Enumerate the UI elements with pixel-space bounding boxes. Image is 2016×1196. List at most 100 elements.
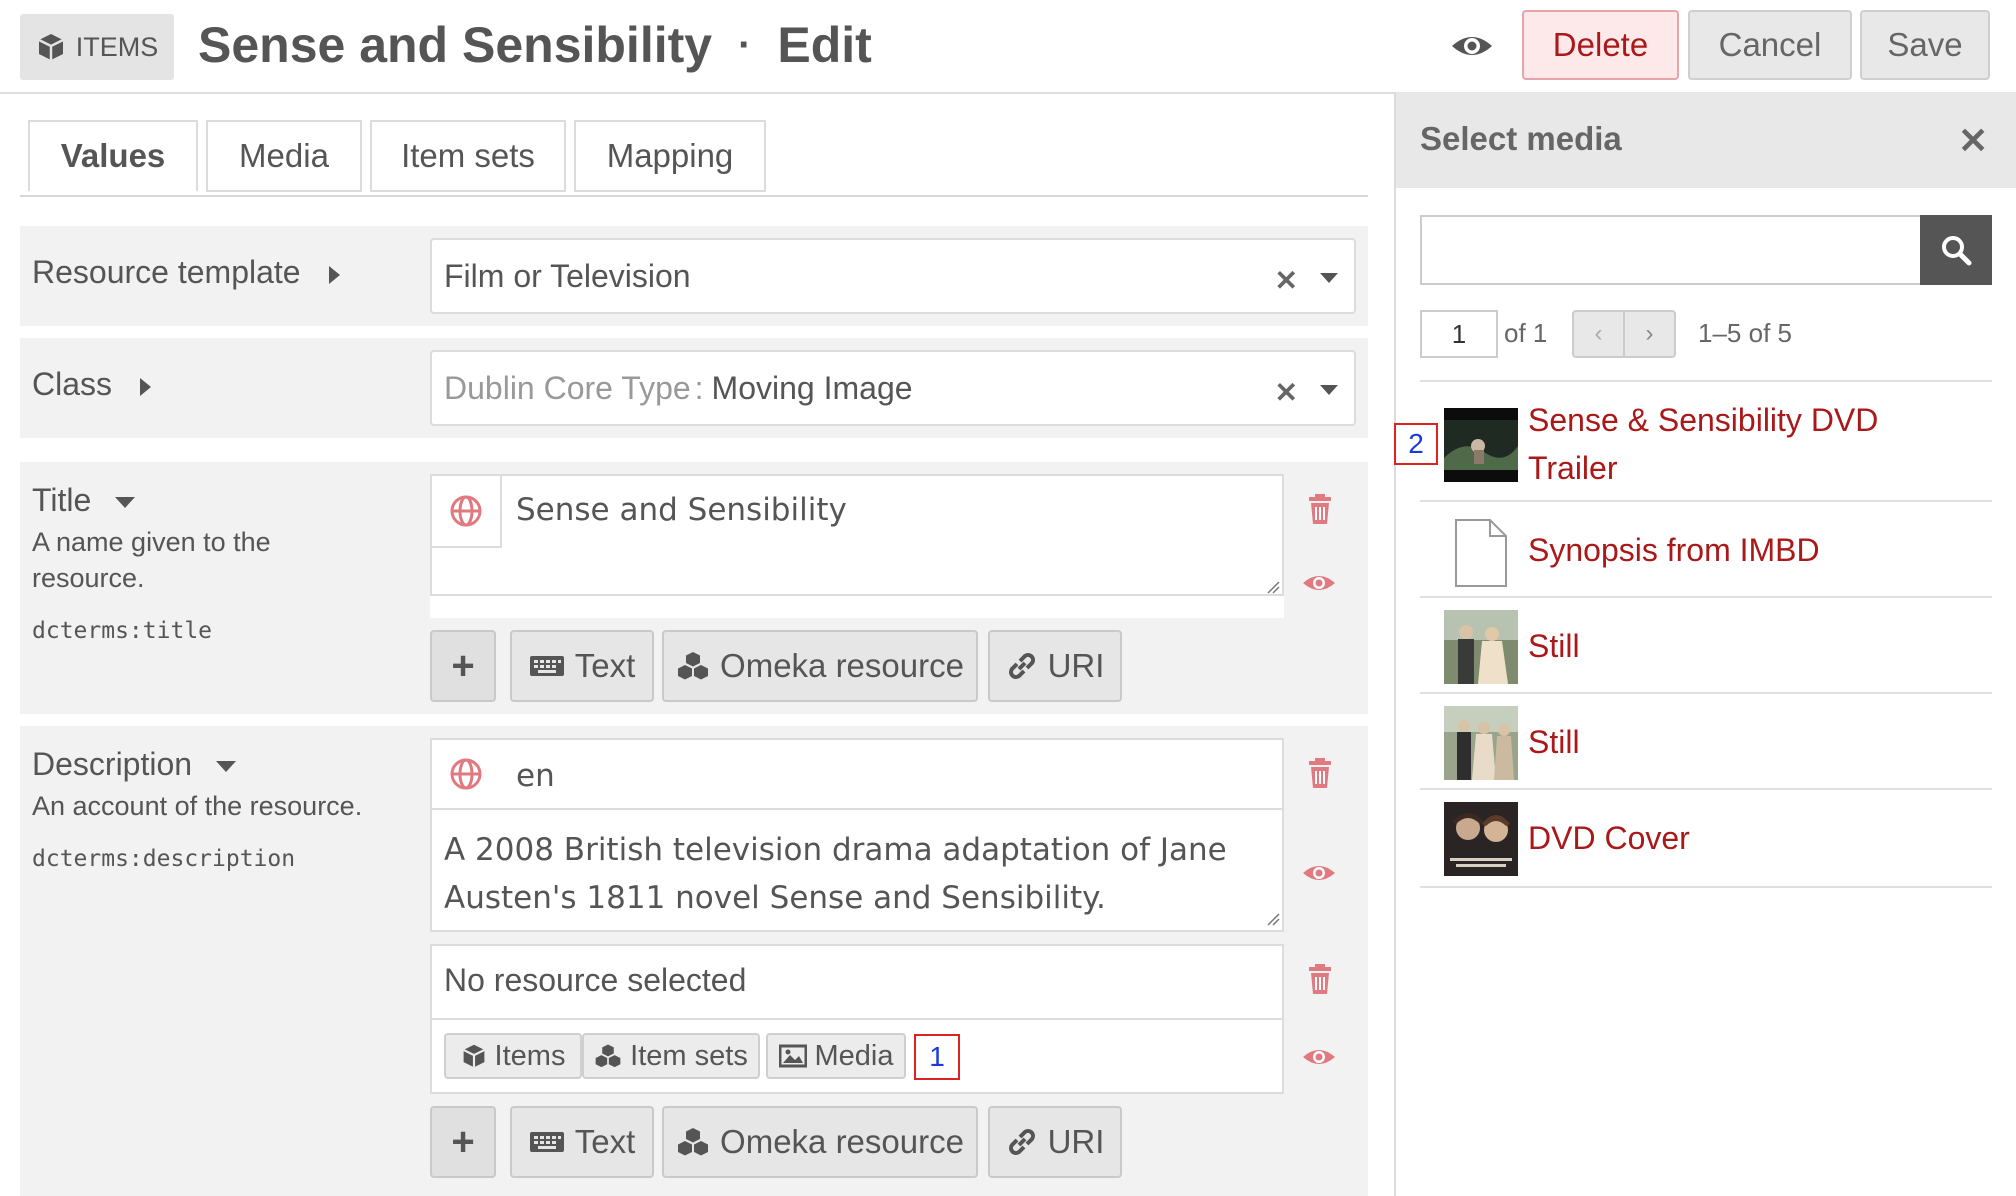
caret-down-icon — [115, 497, 136, 509]
chevron-down-icon[interactable] — [1320, 273, 1338, 283]
class-label[interactable]: Class — [32, 366, 152, 403]
class-value: Moving Image — [711, 369, 913, 406]
page-mode: Edit — [777, 17, 872, 73]
image-icon — [778, 1044, 807, 1068]
clear-icon[interactable]: ✕ — [1275, 264, 1298, 297]
add-uri-button[interactable]: URI — [988, 630, 1122, 702]
eye-icon[interactable] — [1450, 26, 1494, 66]
class-select[interactable]: Dublin Core Type: Moving Image ✕ — [430, 350, 1356, 426]
select-media-button[interactable]: Media — [766, 1033, 906, 1079]
tab-divider — [20, 195, 1368, 197]
next-page-button[interactable]: › — [1625, 312, 1674, 356]
clear-icon[interactable]: ✕ — [1275, 376, 1298, 409]
resize-handle-icon[interactable] — [1264, 910, 1280, 926]
description-property-term: dcterms:description — [32, 846, 296, 872]
no-resource-text: No resource selected — [444, 962, 747, 998]
chevron-down-icon[interactable] — [1320, 385, 1338, 395]
delete-button[interactable]: Delete — [1522, 10, 1679, 80]
pagination-buttons: ‹ › — [1572, 310, 1676, 358]
annotation-marker-2: 2 — [1394, 423, 1438, 465]
tab-values[interactable]: Values — [28, 120, 198, 192]
plus-icon: + — [451, 643, 475, 688]
select-items-button[interactable]: Items — [444, 1033, 582, 1079]
tab-item-sets[interactable]: Item sets — [370, 120, 566, 192]
eye-icon[interactable] — [1302, 566, 1336, 600]
page-total: of 1 — [1504, 318, 1548, 348]
link-icon — [1008, 1129, 1035, 1155]
media-title[interactable]: Still — [1528, 622, 1580, 670]
add-omeka-resource-button[interactable]: Omeka resource — [662, 630, 978, 702]
annotation-marker-1: 1 — [914, 1034, 960, 1080]
cubes-icon — [595, 1044, 621, 1068]
cover-thumbnail — [1444, 802, 1518, 876]
close-icon[interactable]: ✕ — [1958, 120, 1988, 162]
media-list-item[interactable]: Still — [1420, 596, 1992, 694]
cubes-icon — [678, 1128, 709, 1156]
cube-icon — [38, 34, 64, 60]
still-thumbnail — [1444, 706, 1518, 780]
globe-icon — [450, 758, 482, 790]
media-list-item[interactable]: Still — [1420, 692, 1992, 790]
trash-icon[interactable] — [1303, 492, 1337, 526]
sidebar-title: Select media — [1420, 120, 1622, 157]
page-title: Sense and Sensibility · Edit — [198, 10, 872, 80]
expand-icon — [140, 377, 152, 396]
results-range: 1–5 of 5 — [1698, 318, 1792, 348]
cube-icon — [462, 1044, 485, 1068]
add-value-button[interactable]: + — [430, 630, 496, 702]
media-title[interactable]: Sense & Sensibility DVD — [1528, 396, 1878, 444]
resource-template-value: Film or Television — [444, 257, 691, 294]
title-property-description: A name given to the resource. — [32, 527, 271, 593]
search-input[interactable] — [1420, 215, 1922, 285]
globe-icon — [450, 495, 482, 527]
resize-handle-icon[interactable] — [1264, 578, 1280, 594]
title-value-text[interactable]: Sense and Sensibility — [516, 492, 847, 528]
keyboard-icon — [529, 1132, 564, 1152]
media-list-item[interactable]: DVD Cover — [1420, 788, 1992, 888]
add-omeka-resource-button[interactable]: Omeka resource — [662, 1106, 978, 1178]
page-number-input[interactable]: 1 — [1420, 310, 1498, 358]
media-title-continued[interactable]: Trailer — [1528, 444, 1617, 492]
description-value-text[interactable]: A 2008 British television drama adaptati… — [444, 826, 1264, 922]
video-thumbnail — [1444, 408, 1518, 482]
items-badge-label: ITEMS — [75, 31, 159, 62]
tab-media[interactable]: Media — [206, 120, 362, 192]
title-property-label[interactable]: Title — [32, 482, 136, 519]
tab-mapping[interactable]: Mapping — [574, 120, 766, 192]
link-icon — [1008, 653, 1035, 679]
media-title[interactable]: Still — [1528, 718, 1580, 766]
media-title[interactable]: DVD Cover — [1528, 814, 1690, 862]
title-value-bottom — [430, 596, 1284, 618]
keyboard-icon — [529, 656, 564, 676]
save-button[interactable]: Save — [1860, 10, 1990, 80]
page-title-text: Sense and Sensibility — [198, 17, 713, 73]
add-value-button[interactable]: + — [430, 1106, 496, 1178]
items-badge[interactable]: ITEMS — [20, 14, 174, 80]
add-text-button[interactable]: Text — [510, 630, 654, 702]
divider — [432, 1018, 1282, 1020]
search-button[interactable] — [1920, 215, 1992, 285]
class-prefix: Dublin Core Type — [444, 369, 691, 406]
previous-page-button[interactable]: ‹ — [1574, 312, 1625, 356]
trash-icon[interactable] — [1303, 756, 1337, 790]
cancel-button[interactable]: Cancel — [1688, 10, 1852, 80]
resource-template-label[interactable]: Resource template — [32, 254, 340, 291]
resource-template-select[interactable]: Film or Television ✕ — [430, 238, 1356, 314]
title-property-term: dcterms:title — [32, 618, 213, 644]
media-list-item[interactable]: Sense & Sensibility DVD Trailer — [1420, 380, 1992, 502]
add-text-button[interactable]: Text — [510, 1106, 654, 1178]
select-item-sets-button[interactable]: Item sets — [582, 1033, 760, 1079]
add-uri-button[interactable]: URI — [988, 1106, 1122, 1178]
language-value[interactable]: en — [516, 758, 555, 794]
eye-icon[interactable] — [1302, 1040, 1336, 1074]
language-row[interactable]: en — [432, 740, 1282, 810]
still-thumbnail — [1444, 610, 1518, 684]
trash-icon[interactable] — [1303, 962, 1337, 996]
caret-down-icon — [216, 761, 237, 773]
media-title[interactable]: Synopsis from IMBD — [1528, 526, 1820, 574]
description-property-label[interactable]: Description — [32, 746, 237, 783]
eye-icon[interactable] — [1302, 856, 1336, 890]
expand-icon — [328, 265, 340, 284]
language-button[interactable] — [432, 476, 502, 548]
media-list-item[interactable]: Synopsis from IMBD — [1420, 500, 1992, 598]
